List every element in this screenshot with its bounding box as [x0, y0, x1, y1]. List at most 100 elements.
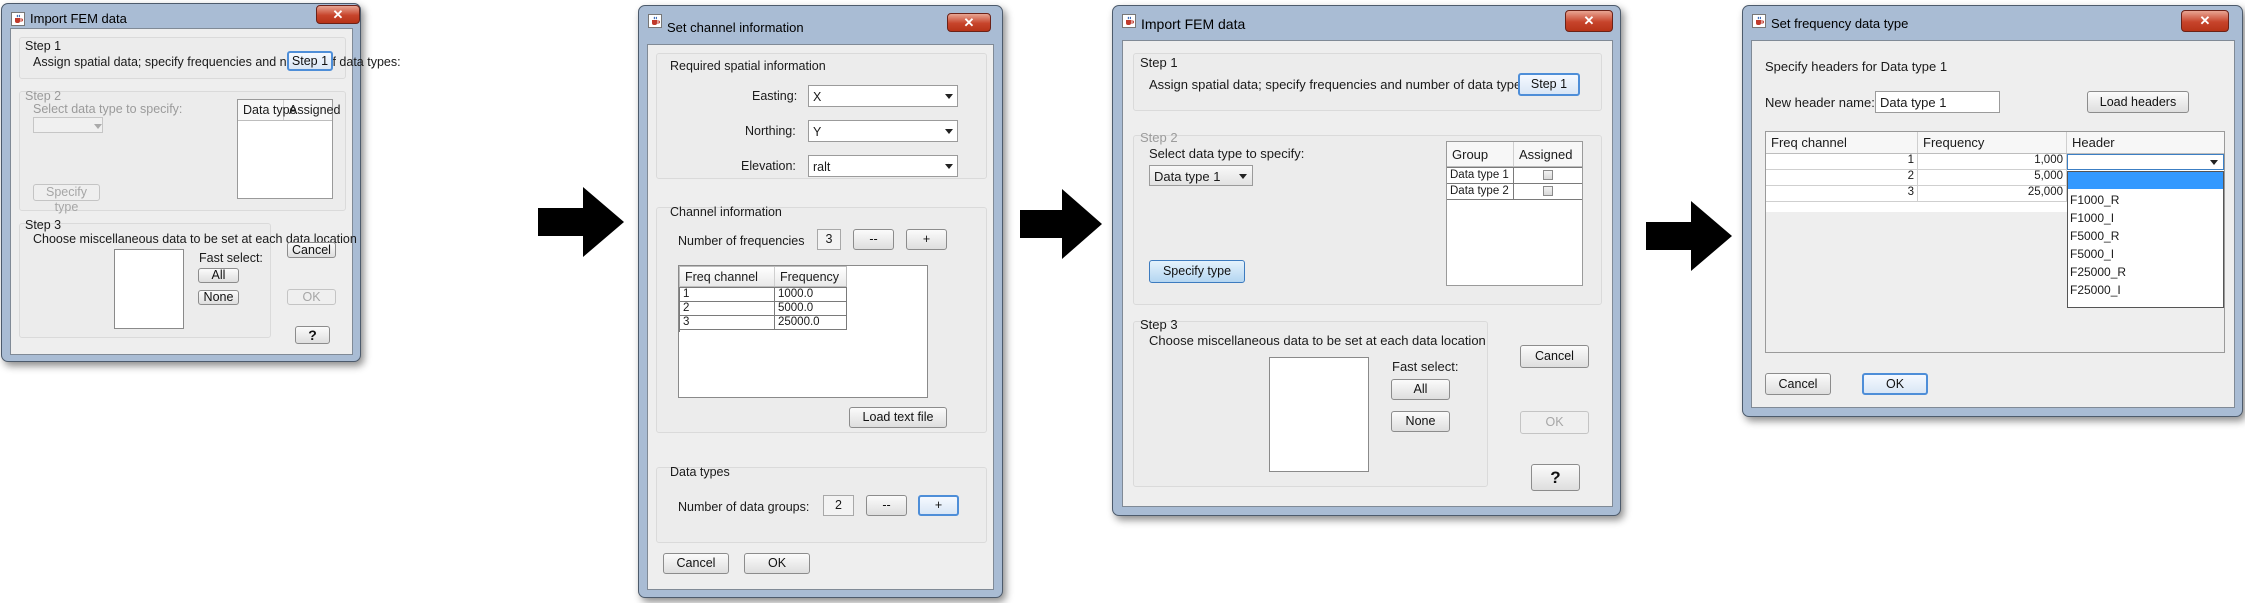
data-type-combo-value: Data type 1 — [1154, 169, 1221, 184]
datatypes-group-title: Data types — [670, 465, 730, 479]
none-button[interactable]: None — [198, 290, 239, 305]
none-button[interactable]: None — [1391, 411, 1450, 432]
dropdown-option[interactable]: F25000_I — [2070, 283, 2121, 297]
dropdown-option[interactable]: F5000_R — [2070, 229, 2119, 243]
col-assigned[interactable]: Assigned — [1514, 142, 1582, 166]
table-row[interactable]: 1 1,000 — [1766, 154, 2224, 170]
ok-button[interactable]: OK — [744, 553, 810, 574]
load-headers-button[interactable]: Load headers — [2087, 91, 2189, 113]
step1-title: Step 1 — [1140, 55, 1178, 70]
table-row[interactable]: Data type 2 — [1447, 184, 1582, 200]
assigned-checkbox[interactable] — [1543, 170, 1553, 180]
num-groups-label: Number of data groups: — [678, 500, 810, 514]
step2-description: Select data type to specify: — [33, 102, 183, 116]
window-title: Set channel information — [667, 20, 804, 35]
title-bar[interactable]: Set channel information ✕ — [639, 6, 1002, 35]
col-assigned[interactable]: Assigned — [284, 100, 340, 120]
cancel-button[interactable]: Cancel — [1520, 345, 1589, 368]
chevron-down-icon — [945, 164, 953, 169]
misc-data-list[interactable] — [114, 249, 184, 329]
col-frequency[interactable]: Frequency — [1918, 132, 2067, 153]
step2-description: Select data type to specify: — [1149, 146, 1305, 161]
all-button[interactable]: All — [198, 268, 239, 283]
frequency-table-panel: Freq channel Frequency 1 1000.0 2 5000.0 3… — [678, 265, 928, 398]
fast-select-label: Fast select: — [199, 251, 263, 265]
help-button[interactable]: ? — [1531, 464, 1580, 491]
all-button[interactable]: All — [1391, 379, 1450, 400]
easting-value: X — [813, 90, 822, 104]
add-group-button[interactable]: + — [918, 495, 959, 516]
northing-combo[interactable]: Y — [808, 120, 958, 142]
table-row[interactable]: 3 25000.0 — [680, 316, 847, 330]
specify-type-button[interactable]: Specify type — [1149, 260, 1245, 283]
step1-description: Assign spatial data; specify frequencies… — [1149, 77, 1532, 92]
col-header[interactable]: Header — [2067, 132, 2224, 153]
new-header-field[interactable]: Data type 1 — [1875, 91, 2000, 113]
specify-type-button[interactable]: Specify type — [33, 184, 100, 214]
frequency-cell: 25,000 — [1918, 186, 2067, 202]
ok-button[interactable]: OK — [1862, 373, 1928, 395]
cancel-button[interactable]: Cancel — [663, 553, 729, 574]
java-cup-icon — [1752, 14, 1766, 28]
dropdown-option[interactable]: F1000_R — [2070, 193, 2119, 207]
help-button[interactable]: ? — [295, 326, 330, 344]
misc-data-list[interactable] — [1269, 357, 1369, 472]
table-row[interactable]: 2 5000.0 — [680, 302, 847, 316]
frequency-cell: 1,000 — [1918, 154, 2067, 170]
step2-title: Step 2 — [25, 89, 62, 103]
title-bar[interactable]: Import FEM data ✕ — [1113, 6, 1620, 34]
table-body: 1 1000.0 2 5000.0 3 25000.0 — [679, 287, 847, 332]
dropdown-option[interactable]: F25000_R — [2070, 265, 2126, 279]
dropdown-option[interactable]: F5000_I — [2070, 247, 2114, 261]
remove-group-button[interactable]: -- — [866, 495, 907, 516]
header-table-panel: Freq channel Frequency Header 1 1,000 2 5,… — [1765, 131, 2225, 353]
cancel-button[interactable]: Cancel — [287, 242, 336, 258]
num-groups-field[interactable]: 2 — [823, 495, 854, 516]
col-freq-channel[interactable]: Freq channel — [1766, 132, 1918, 153]
header-combo[interactable] — [2067, 154, 2224, 170]
col-group[interactable]: Group — [1447, 142, 1514, 166]
num-frequencies-field[interactable]: 3 — [817, 229, 841, 250]
close-button[interactable]: ✕ — [316, 5, 360, 24]
col-frequency[interactable]: Frequency — [775, 267, 848, 286]
frequency-table[interactable]: Freq channel Frequency 1 1000.0 2 5000.0 3… — [679, 266, 847, 344]
remove-frequency-button[interactable]: -- — [853, 229, 894, 250]
dropdown-option[interactable]: F1000_I — [2070, 211, 2114, 225]
data-group-table[interactable]: Group Assigned Data type 1 Data type 2 — [1446, 141, 1583, 286]
northing-label: Northing: — [745, 124, 796, 138]
col-data-type[interactable]: Data type — [238, 100, 297, 120]
window-title: Import FEM data — [1141, 16, 1246, 32]
table-row[interactable]: 1 1000.0 — [680, 288, 847, 302]
dropdown-option-blank[interactable] — [2068, 172, 2223, 189]
step1-button[interactable]: Step 1 — [1518, 73, 1580, 96]
assigned-checkbox[interactable] — [1543, 186, 1553, 196]
new-header-label: New header name: — [1765, 95, 1875, 110]
close-icon: ✕ — [332, 7, 344, 22]
step1-button[interactable]: Step 1 — [287, 51, 333, 71]
elevation-combo[interactable]: ralt — [808, 155, 958, 177]
data-type-combo[interactable]: Data type 1 — [1149, 165, 1253, 186]
ok-button[interactable]: OK — [287, 289, 336, 305]
chevron-down-icon — [2210, 160, 2218, 165]
ok-button[interactable]: OK — [1520, 411, 1589, 434]
close-button[interactable]: ✕ — [947, 13, 991, 32]
chevron-down-icon — [945, 129, 953, 134]
freq-channel-cell: 3 — [680, 316, 775, 330]
northing-value: Y — [813, 125, 822, 139]
table-row[interactable]: Data type 1 — [1447, 168, 1582, 184]
title-bar[interactable]: Set frequency data type ✕ — [1743, 6, 2242, 34]
data-type-combo[interactable] — [33, 117, 103, 133]
load-text-file-button[interactable]: Load text file — [849, 407, 947, 428]
group-cell: Data type 2 — [1447, 184, 1514, 200]
col-freq-channel[interactable]: Freq channel — [680, 267, 775, 286]
header-dropdown-list[interactable]: F1000_R F1000_I F5000_R F5000_I F25000_R… — [2067, 171, 2224, 308]
close-button[interactable]: ✕ — [2181, 10, 2229, 32]
step2-title: Step 2 — [1140, 130, 1178, 145]
easting-combo[interactable]: X — [808, 85, 958, 107]
add-frequency-button[interactable]: + — [906, 229, 947, 250]
cancel-button[interactable]: Cancel — [1765, 373, 1831, 395]
import-fem-dialog-updated: Import FEM data ✕ Step 1 Assign spatial … — [1112, 5, 1621, 516]
chevron-down-icon — [945, 94, 953, 99]
close-button[interactable]: ✕ — [1565, 10, 1613, 32]
data-type-table[interactable]: Data type Assigned — [237, 99, 340, 199]
